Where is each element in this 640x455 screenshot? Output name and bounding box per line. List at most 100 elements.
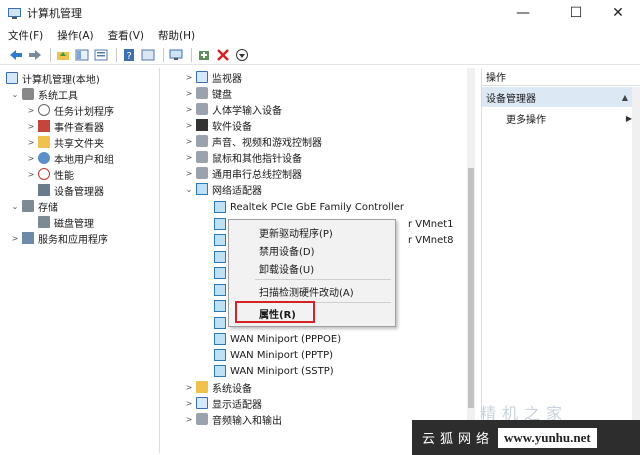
system-device-icon: [196, 381, 208, 393]
console-tree: 计算机管理(本地) ⌄ 系统工具 > 任务计划程序 > 事件查看器 > 共享文件…: [2, 68, 160, 453]
device-wan-pppoe[interactable]: WAN Miniport (PPPOE): [214, 331, 341, 347]
chevron-right-icon[interactable]: >: [184, 415, 194, 424]
tree-item-device-manager[interactable]: 设备管理器: [38, 182, 104, 198]
tree-item-system-tools[interactable]: ⌄ 系统工具: [10, 86, 78, 102]
usb-icon: [196, 167, 208, 179]
device-category-hid[interactable]: > 人体学输入设备: [184, 101, 282, 117]
add-driver-icon[interactable]: [196, 47, 212, 63]
tree-item-local-users[interactable]: > 本地用户和组: [26, 150, 114, 166]
chevron-right-icon[interactable]: >: [26, 106, 36, 115]
uninstall-icon[interactable]: [215, 47, 231, 63]
forward-arrow-icon[interactable]: [27, 47, 43, 63]
tree-item-storage[interactable]: ⌄ 存储: [10, 198, 58, 214]
list-view-icon[interactable]: [93, 47, 109, 63]
hid-icon: [196, 103, 208, 115]
tree-item-event-viewer[interactable]: > 事件查看器: [26, 118, 104, 134]
actions-pane: 操作 设备管理器 ▲ 更多操作 ▶: [481, 68, 640, 453]
tree-item-shared-folders[interactable]: > 共享文件夹: [26, 134, 104, 150]
console-icon[interactable]: [140, 47, 156, 63]
network-card-icon: [214, 267, 226, 279]
chevron-right-icon[interactable]: >: [184, 169, 194, 178]
tools-icon: [22, 88, 34, 100]
chevron-right-icon[interactable]: >: [184, 105, 194, 114]
device-wan-pptp[interactable]: WAN Miniport (PPTP): [214, 347, 333, 363]
network-card-icon: [214, 317, 226, 329]
show-hide-tree-icon[interactable]: [74, 47, 90, 63]
menu-item-scan-hardware[interactable]: 扫描检测硬件改动(A): [259, 283, 354, 299]
menu-action[interactable]: 操作(A): [57, 28, 93, 43]
chevron-right-icon[interactable]: >: [26, 122, 36, 131]
chevron-down-icon[interactable]: ⌄: [10, 202, 20, 211]
watermark-cn: 云狐网络: [422, 432, 495, 447]
actions-more[interactable]: 更多操作 ▶: [506, 110, 632, 126]
chevron-right-icon[interactable]: >: [184, 73, 194, 82]
audio-icon: [196, 413, 208, 425]
svg-text:?: ?: [127, 51, 132, 61]
chevron-down-icon[interactable]: ⌄: [184, 185, 194, 194]
chevron-right-icon[interactable]: >: [26, 170, 36, 179]
maximize-button[interactable]: ☐: [553, 0, 599, 26]
chevron-right-icon[interactable]: >: [184, 399, 194, 408]
chevron-right-icon[interactable]: >: [184, 383, 194, 392]
menu-item-update-driver[interactable]: 更新驱动程序(P): [259, 224, 333, 240]
network-adapter-icon: [196, 183, 208, 195]
device-realtek[interactable]: Realtek PCIe GbE Family Controller: [214, 199, 404, 215]
actions-scrollbar[interactable]: [632, 87, 640, 452]
chevron-right-icon[interactable]: >: [10, 234, 20, 243]
download-icon[interactable]: [234, 47, 250, 63]
collapse-up-icon[interactable]: ▲: [622, 93, 628, 102]
performance-icon: [38, 168, 50, 180]
menu-help[interactable]: 帮助(H): [158, 28, 195, 43]
device-category-monitors[interactable]: > 监视器: [184, 69, 242, 85]
device-wan-sstp[interactable]: WAN Miniport (SSTP): [214, 363, 334, 379]
chevron-right-icon[interactable]: >: [184, 89, 194, 98]
tree-item-disk-management[interactable]: 磁盘管理: [38, 214, 94, 230]
back-arrow-icon[interactable]: [8, 47, 24, 63]
menu-separator: [255, 279, 391, 280]
minimize-button[interactable]: —: [500, 0, 546, 26]
device-category-system[interactable]: > 系统设备: [184, 379, 252, 395]
up-folder-icon[interactable]: [55, 47, 71, 63]
device-category-usb[interactable]: > 通用串行总线控制器: [184, 165, 302, 181]
display-adapter-icon: [196, 397, 208, 409]
network-card-icon: [214, 333, 226, 345]
tree-item-services[interactable]: > 服务和应用程序: [10, 230, 108, 246]
device-category-audio[interactable]: > 音频输入和输出: [184, 411, 282, 427]
menu-item-disable-device[interactable]: 禁用设备(D): [259, 242, 315, 258]
device-category-software[interactable]: > 软件设备: [184, 117, 252, 133]
chevron-right-icon[interactable]: >: [184, 121, 194, 130]
chevron-right-icon[interactable]: >: [26, 138, 36, 147]
network-card-icon: [214, 300, 226, 312]
disk-icon: [38, 216, 50, 228]
menu-file[interactable]: 文件(F): [8, 28, 43, 43]
chevron-right-icon[interactable]: >: [184, 153, 194, 162]
menu-item-uninstall-device[interactable]: 卸载设备(U): [259, 260, 314, 276]
tree-item-performance[interactable]: > 性能: [26, 166, 74, 182]
watermark: 云狐网络 www.yunhu.net: [412, 420, 640, 455]
network-card-icon: [214, 349, 226, 361]
monitor-icon[interactable]: [168, 47, 184, 63]
device-tree-scrollbar[interactable]: [467, 68, 475, 428]
mouse-icon: [196, 151, 208, 163]
actions-device-manager[interactable]: 设备管理器 ▲: [482, 87, 632, 107]
tree-item-computer-management[interactable]: 计算机管理(本地): [6, 70, 100, 86]
chevron-right-icon[interactable]: >: [26, 154, 36, 163]
scrollbar-thumb[interactable]: [468, 168, 474, 408]
device-category-keyboards[interactable]: > 键盘: [184, 85, 232, 101]
toolbar: ?: [0, 45, 640, 65]
device-manager-icon: [38, 184, 50, 196]
device-category-display[interactable]: > 显示适配器: [184, 395, 262, 411]
chevron-down-icon[interactable]: ⌄: [10, 90, 20, 99]
menu-view[interactable]: 查看(V): [108, 28, 144, 43]
device-category-mice[interactable]: > 鼠标和其他指针设备: [184, 149, 302, 165]
chevron-right-icon[interactable]: >: [184, 137, 194, 146]
shared-folder-icon: [38, 136, 50, 148]
device-category-network-adapters[interactable]: ⌄ 网络适配器: [184, 181, 262, 197]
monitor-icon: [196, 71, 208, 83]
clock-icon: [38, 104, 50, 116]
tree-item-task-scheduler[interactable]: > 任务计划程序: [26, 102, 114, 118]
close-button[interactable]: ✕: [595, 0, 640, 26]
help-icon[interactable]: ?: [121, 47, 137, 63]
services-icon: [22, 232, 34, 244]
device-category-sound[interactable]: > 声音、视频和游戏控制器: [184, 133, 322, 149]
